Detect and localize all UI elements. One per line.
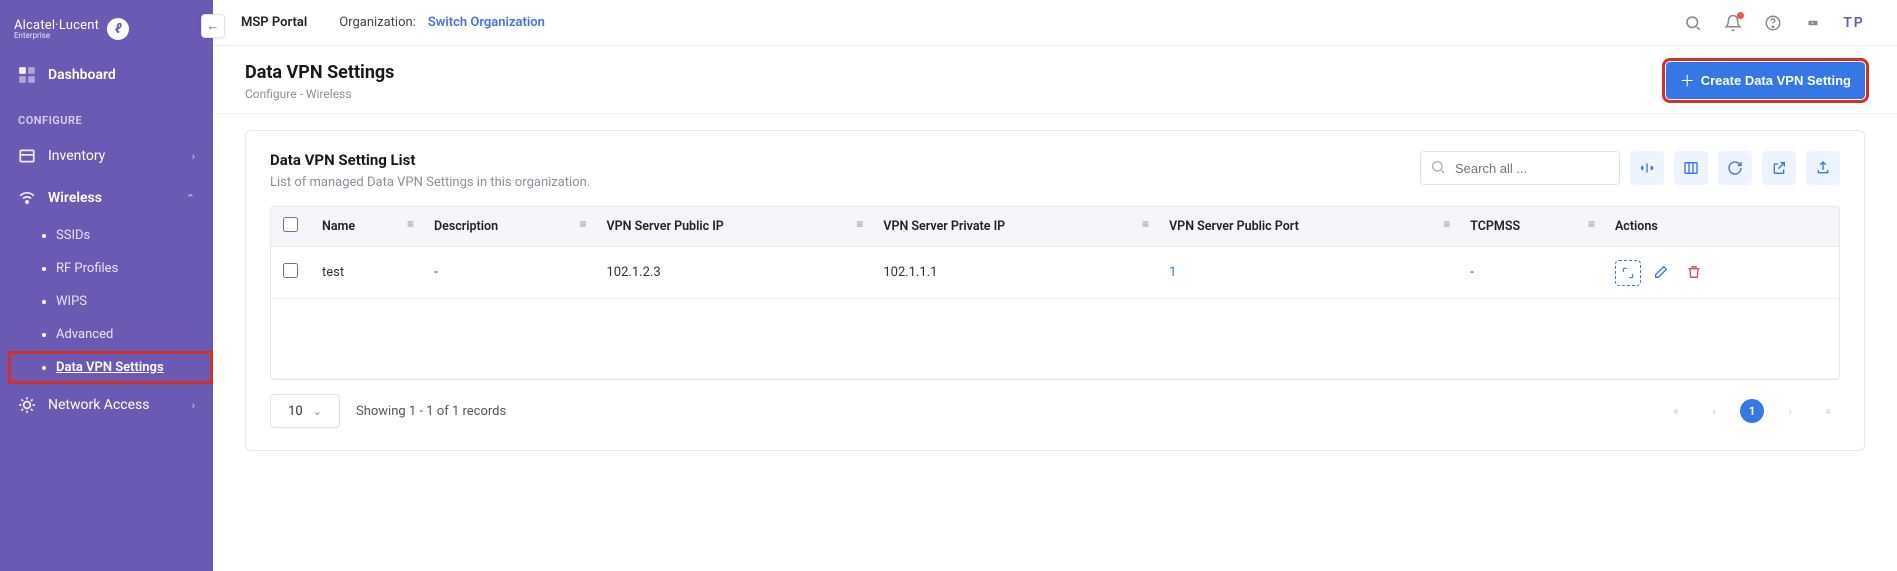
chevron-up-icon: ⌃ [186, 192, 195, 205]
records-info: Showing 1 - 1 of 1 records [356, 404, 506, 419]
sidebar-item-label: RF Profiles [56, 261, 118, 276]
col-actions: Actions [1603, 207, 1839, 247]
apps-icon[interactable] [1799, 9, 1827, 37]
search-icon [1430, 159, 1446, 179]
switch-organization-link[interactable]: Switch Organization [428, 15, 545, 30]
page-title: Data VPN Settings [245, 62, 394, 83]
card-title: Data VPN Setting List [270, 151, 590, 169]
col-public-ip: VPN Server Public IP≡ [595, 207, 872, 247]
page-size-selector[interactable]: 10 ⌄ [270, 394, 340, 428]
button-label: Create Data VPN Setting [1701, 73, 1851, 88]
pager-page-button[interactable]: 1 [1740, 399, 1764, 423]
sidebar-item-dashboard[interactable]: Dashboard [0, 54, 213, 96]
pager-first-button[interactable]: « [1664, 399, 1688, 423]
card-subtitle: List of managed Data VPN Settings in thi… [270, 175, 590, 190]
search-input[interactable] [1420, 151, 1620, 185]
pager-next-button[interactable]: › [1778, 399, 1802, 423]
help-icon[interactable] [1759, 9, 1787, 37]
pager-prev-button[interactable]: ‹ [1702, 399, 1726, 423]
breadcrumb: Configure - Wireless [245, 87, 394, 101]
open-external-button[interactable] [1762, 151, 1796, 185]
sidebar-item-label: WIPS [56, 294, 87, 309]
cell-private-ip: 102.1.1.1 [871, 247, 1157, 299]
sidebar-item-wireless[interactable]: Wireless ⌃ [0, 177, 213, 219]
sidebar-section-configure: CONFIGURE [0, 96, 213, 135]
sidebar-item-data-vpn-settings[interactable]: Data VPN Settings [8, 351, 213, 384]
sidebar-item-label: Wireless [48, 190, 102, 206]
pagination: « ‹ 1 › » [1664, 399, 1840, 423]
column-menu-icon[interactable]: ≡ [856, 217, 863, 231]
sidebar-item-label: Advanced [56, 327, 113, 342]
user-avatar[interactable]: TP [1839, 8, 1869, 38]
col-tcpmss: TCPMSS≡ [1458, 207, 1603, 247]
table: Name≡ Description≡ VPN Server Public IP≡… [270, 206, 1840, 380]
portal-name: MSP Portal [241, 15, 307, 30]
column-menu-icon[interactable]: ≡ [579, 217, 586, 231]
breadcrumb-item[interactable]: Configure [245, 87, 297, 101]
list-card: Data VPN Setting List List of managed Da… [245, 130, 1865, 451]
breadcrumb-item[interactable]: Wireless [306, 87, 352, 101]
organization-label: Organization: [339, 15, 416, 30]
cell-public-ip: 102.1.2.3 [595, 247, 872, 299]
cell-tcpmss: - [1458, 247, 1603, 299]
inventory-icon [18, 147, 36, 165]
cell-description: - [422, 247, 595, 299]
col-public-port: VPN Server Public Port≡ [1157, 207, 1458, 247]
sidebar-item-label: Network Access [48, 397, 149, 413]
sidebar-item-label: Dashboard [48, 67, 116, 83]
delete-row-button[interactable] [1681, 259, 1707, 285]
create-data-vpn-setting-button[interactable]: ＋ Create Data VPN Setting [1666, 62, 1865, 99]
dashboard-icon [18, 66, 36, 84]
refresh-button[interactable] [1718, 151, 1752, 185]
edit-row-button[interactable] [1648, 259, 1674, 285]
fit-columns-button[interactable] [1630, 151, 1664, 185]
cell-public-port: 1 [1157, 247, 1458, 299]
main-area: MSP Portal Organization: Switch Organiza… [213, 0, 1897, 571]
table-footer: 10 ⌄ Showing 1 - 1 of 1 records « ‹ 1 › … [270, 394, 1840, 428]
chevron-right-icon: › [192, 150, 195, 163]
sidebar-item-label: Data VPN Settings [56, 360, 164, 375]
brand-sub: Enterprise [14, 31, 99, 40]
sidebar-item-label: Inventory [48, 148, 105, 164]
notifications-icon[interactable] [1719, 9, 1747, 37]
export-button[interactable] [1806, 151, 1840, 185]
col-description: Description≡ [422, 207, 595, 247]
brand-logo: Alcatel·Lucent Enterprise ℓ [0, 0, 213, 54]
sidebar-item-rf-profiles[interactable]: RF Profiles [30, 252, 213, 285]
network-access-icon [18, 396, 36, 414]
sidebar-item-advanced[interactable]: Advanced [30, 318, 213, 351]
plus-icon: ＋ [1680, 70, 1695, 91]
wireless-submenu: SSIDs RF Profiles WIPS Advanced Data VPN… [0, 219, 213, 384]
expand-row-button[interactable] [1615, 260, 1641, 286]
search-box [1420, 151, 1620, 185]
column-menu-icon[interactable]: ≡ [1443, 217, 1450, 231]
page-header: Data VPN Settings Configure - Wireless ＋… [213, 46, 1897, 114]
sidebar-collapse-button[interactable]: ← [201, 14, 225, 38]
sidebar-item-inventory[interactable]: Inventory › [0, 135, 213, 177]
column-menu-icon[interactable]: ≡ [1588, 217, 1595, 231]
wifi-icon [18, 189, 36, 207]
column-menu-icon[interactable]: ≡ [1142, 217, 1149, 231]
chevron-right-icon: › [192, 399, 195, 412]
sidebar-item-ssids[interactable]: SSIDs [30, 219, 213, 252]
table-row: test - 102.1.2.3 102.1.1.1 1 - [271, 247, 1839, 299]
columns-button[interactable] [1674, 151, 1708, 185]
col-name: Name≡ [310, 207, 422, 247]
cell-actions [1603, 247, 1839, 299]
brand-glyph-icon: ℓ [107, 18, 129, 40]
chevron-down-icon: ⌄ [313, 405, 322, 418]
select-all-checkbox[interactable] [283, 217, 298, 232]
sidebar-item-wips[interactable]: WIPS [30, 285, 213, 318]
cell-name: test [310, 247, 422, 299]
column-menu-icon[interactable]: ≡ [407, 217, 414, 231]
topbar: MSP Portal Organization: Switch Organiza… [213, 0, 1897, 46]
page-size-value: 10 [288, 404, 303, 419]
col-private-ip: VPN Server Private IP≡ [871, 207, 1157, 247]
pager-last-button[interactable]: » [1816, 399, 1840, 423]
sidebar-item-network-access[interactable]: Network Access › [0, 384, 213, 426]
sidebar: Alcatel·Lucent Enterprise ℓ ← Dashboard … [0, 0, 213, 571]
search-icon[interactable] [1679, 9, 1707, 37]
row-checkbox[interactable] [283, 263, 298, 278]
sidebar-item-label: SSIDs [56, 228, 90, 243]
